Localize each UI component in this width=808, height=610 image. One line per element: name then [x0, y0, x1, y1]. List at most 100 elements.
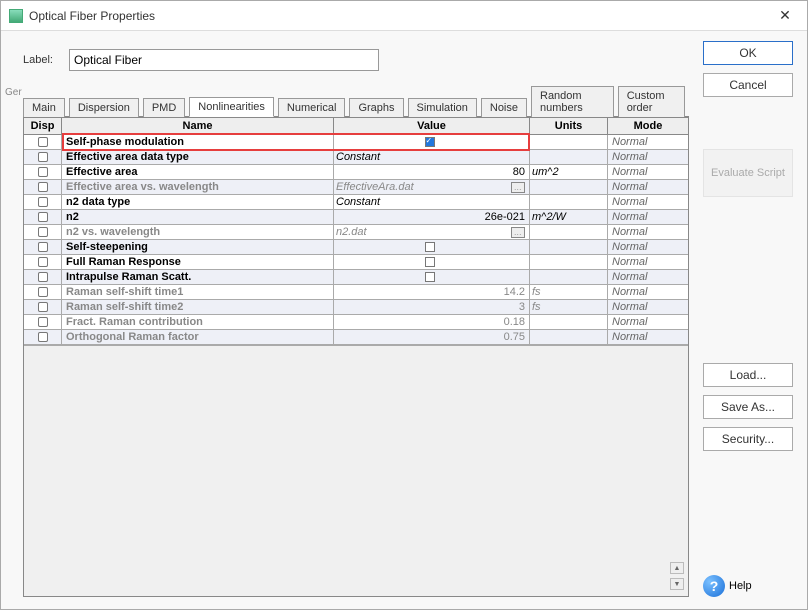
- param-value[interactable]: Constant: [334, 150, 530, 164]
- table-row[interactable]: n2 data typeConstant Normal: [24, 195, 688, 210]
- param-value[interactable]: EffectiveAra.dat…: [334, 180, 530, 194]
- evaluate-script-button[interactable]: Evaluate Script: [703, 149, 793, 197]
- tab-random-numbers[interactable]: Random numbers: [531, 86, 614, 117]
- param-mode[interactable]: Normal: [608, 165, 688, 179]
- param-mode[interactable]: Normal: [608, 285, 688, 299]
- param-value[interactable]: 80: [334, 165, 530, 179]
- grid-rows: Self-phase modulationNormal Effective are…: [24, 135, 688, 345]
- scroll-down-icon[interactable]: ▼: [670, 578, 684, 590]
- browse-button[interactable]: …: [511, 227, 525, 238]
- param-units: [530, 225, 608, 239]
- param-name: n2 data type: [62, 195, 334, 209]
- param-name: Full Raman Response: [62, 255, 334, 269]
- param-value[interactable]: 26e-021: [334, 210, 530, 224]
- tab-strip: MainDispersionPMDNonlinearitiesNumerical…: [23, 85, 689, 117]
- disp-checkbox[interactable]: [24, 225, 62, 239]
- param-value[interactable]: n2.dat…: [334, 225, 530, 239]
- table-row[interactable]: Effective area80um^2Normal: [24, 165, 688, 180]
- param-mode[interactable]: Normal: [608, 300, 688, 314]
- disp-checkbox[interactable]: [24, 240, 62, 254]
- param-mode[interactable]: Normal: [608, 255, 688, 269]
- parameter-grid: Disp Name Value Units Mode Self-phase mo…: [23, 117, 689, 597]
- main-panel: Label: MainDispersionPMDNonlinearitiesNu…: [17, 41, 689, 597]
- table-row[interactable]: Self-phase modulationNormal: [24, 135, 688, 150]
- param-mode[interactable]: Normal: [608, 135, 688, 149]
- load-button[interactable]: Load...: [703, 363, 793, 387]
- help-row[interactable]: ? Help: [703, 575, 793, 597]
- disp-checkbox[interactable]: [24, 300, 62, 314]
- label-caption: Label:: [23, 54, 69, 66]
- param-value[interactable]: [334, 270, 530, 284]
- disp-checkbox[interactable]: [24, 150, 62, 164]
- tab-pmd[interactable]: PMD: [143, 98, 185, 117]
- value-checkbox[interactable]: [425, 242, 435, 252]
- security-button[interactable]: Security...: [703, 427, 793, 451]
- tab-nonlinearities[interactable]: Nonlinearities: [189, 97, 274, 117]
- table-row[interactable]: Raman self-shift time114.2fsNormal: [24, 285, 688, 300]
- disp-checkbox[interactable]: [24, 285, 62, 299]
- table-row[interactable]: Self-steepening Normal: [24, 240, 688, 255]
- cancel-button[interactable]: Cancel: [703, 73, 793, 97]
- disp-checkbox[interactable]: [24, 135, 62, 149]
- table-row[interactable]: Fract. Raman contribution0.18Normal: [24, 315, 688, 330]
- param-mode[interactable]: Normal: [608, 150, 688, 164]
- disp-checkbox[interactable]: [24, 255, 62, 269]
- param-mode[interactable]: Normal: [608, 225, 688, 239]
- param-mode[interactable]: Normal: [608, 315, 688, 329]
- browse-button[interactable]: …: [511, 182, 525, 193]
- truncated-left-text: Ger: [5, 41, 17, 597]
- param-value[interactable]: 0.18: [334, 315, 530, 329]
- value-checkbox[interactable]: [425, 137, 435, 147]
- tab-numerical[interactable]: Numerical: [278, 98, 346, 117]
- table-row[interactable]: Full Raman Response Normal: [24, 255, 688, 270]
- disp-checkbox[interactable]: [24, 330, 62, 344]
- ok-button[interactable]: OK: [703, 41, 793, 65]
- col-name: Name: [62, 118, 334, 134]
- param-value[interactable]: [334, 255, 530, 269]
- col-value: Value: [334, 118, 530, 134]
- disp-checkbox[interactable]: [24, 270, 62, 284]
- disp-checkbox[interactable]: [24, 210, 62, 224]
- save-as-button[interactable]: Save As...: [703, 395, 793, 419]
- param-mode[interactable]: Normal: [608, 210, 688, 224]
- close-icon[interactable]: ✕: [771, 5, 799, 27]
- table-row[interactable]: Orthogonal Raman factor0.75Normal: [24, 330, 688, 345]
- scroll-up-icon[interactable]: ▲: [670, 562, 684, 574]
- disp-checkbox[interactable]: [24, 165, 62, 179]
- table-row[interactable]: n226e-021m^2/WNormal: [24, 210, 688, 225]
- label-input[interactable]: [69, 49, 379, 71]
- param-units: um^2: [530, 165, 608, 179]
- param-units: fs: [530, 285, 608, 299]
- param-value[interactable]: [334, 240, 530, 254]
- param-mode[interactable]: Normal: [608, 240, 688, 254]
- tab-custom-order[interactable]: Custom order: [618, 86, 685, 117]
- value-checkbox[interactable]: [425, 257, 435, 267]
- param-value[interactable]: [334, 135, 530, 149]
- disp-checkbox[interactable]: [24, 195, 62, 209]
- table-row[interactable]: Effective area vs. wavelengthEffectiveAr…: [24, 180, 688, 195]
- param-name: Self-steepening: [62, 240, 334, 254]
- table-row[interactable]: Intrapulse Raman Scatt.Normal: [24, 270, 688, 285]
- table-row[interactable]: Raman self-shift time23fsNormal: [24, 300, 688, 315]
- tab-graphs[interactable]: Graphs: [349, 98, 403, 117]
- tab-noise[interactable]: Noise: [481, 98, 527, 117]
- table-row[interactable]: Effective area data typeConstantNormal: [24, 150, 688, 165]
- button-panel: OK Cancel Evaluate Script Load... Save A…: [703, 41, 793, 597]
- tab-main[interactable]: Main: [23, 98, 65, 117]
- param-value[interactable]: Constant: [334, 195, 530, 209]
- param-mode[interactable]: Normal: [608, 195, 688, 209]
- value-checkbox[interactable]: [425, 272, 435, 282]
- param-units: [530, 135, 608, 149]
- param-value[interactable]: 0.75: [334, 330, 530, 344]
- param-mode[interactable]: Normal: [608, 270, 688, 284]
- tab-simulation[interactable]: Simulation: [408, 98, 477, 117]
- disp-checkbox[interactable]: [24, 180, 62, 194]
- tab-dispersion[interactable]: Dispersion: [69, 98, 139, 117]
- table-row[interactable]: n2 vs. wavelengthn2.dat…Normal: [24, 225, 688, 240]
- disp-checkbox[interactable]: [24, 315, 62, 329]
- param-value[interactable]: 14.2: [334, 285, 530, 299]
- param-mode[interactable]: Normal: [608, 330, 688, 344]
- spacer2: [703, 459, 793, 569]
- param-mode[interactable]: Normal: [608, 180, 688, 194]
- param-value[interactable]: 3: [334, 300, 530, 314]
